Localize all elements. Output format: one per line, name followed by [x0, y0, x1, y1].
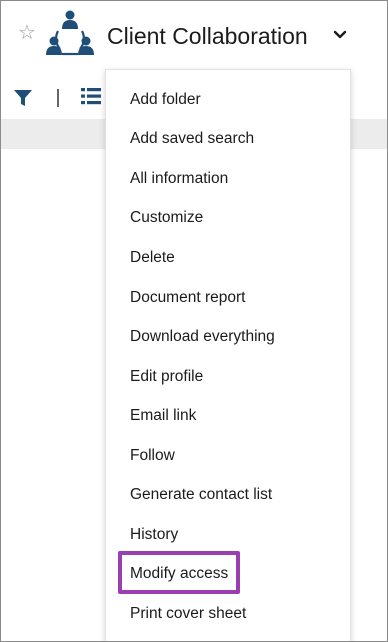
toolbar-divider	[57, 89, 59, 107]
chevron-down-icon[interactable]	[333, 28, 347, 42]
menu-item-email-link[interactable]: Email link	[106, 400, 350, 432]
menu-item-print-cover-sheet[interactable]: Print cover sheet	[106, 598, 350, 630]
menu-item-all-information[interactable]: All information	[106, 163, 350, 195]
list-view-icon[interactable]	[81, 87, 101, 105]
menu-item-document-report[interactable]: Document report	[106, 282, 350, 314]
menu-item-download-everything[interactable]: Download everything	[106, 321, 350, 353]
page-title: Client Collaboration	[107, 23, 308, 49]
menu-item-generate-contact-list[interactable]: Generate contact list	[106, 479, 350, 511]
filter-icon[interactable]	[13, 89, 33, 107]
header: ☆ Client Collaboration	[1, 1, 387, 71]
menu-item-follow[interactable]: Follow	[106, 440, 350, 472]
group-people-icon	[46, 10, 94, 56]
menu-item-add-saved-search[interactable]: Add saved search	[106, 123, 350, 155]
menu-item-history[interactable]: History	[106, 519, 350, 551]
dropdown-menu: Add folder Add saved search All informat…	[105, 69, 351, 641]
menu-item-edit-profile[interactable]: Edit profile	[106, 361, 350, 393]
star-icon[interactable]: ☆	[17, 23, 37, 43]
menu-item-modify-access[interactable]: Modify access	[106, 558, 350, 590]
menu-item-delete[interactable]: Delete	[106, 242, 350, 274]
menu-item-add-folder[interactable]: Add folder	[106, 84, 350, 116]
app-window: ☆ Client Collaboration Add folder Add sa…	[0, 0, 388, 642]
menu-item-customize[interactable]: Customize	[106, 202, 350, 234]
